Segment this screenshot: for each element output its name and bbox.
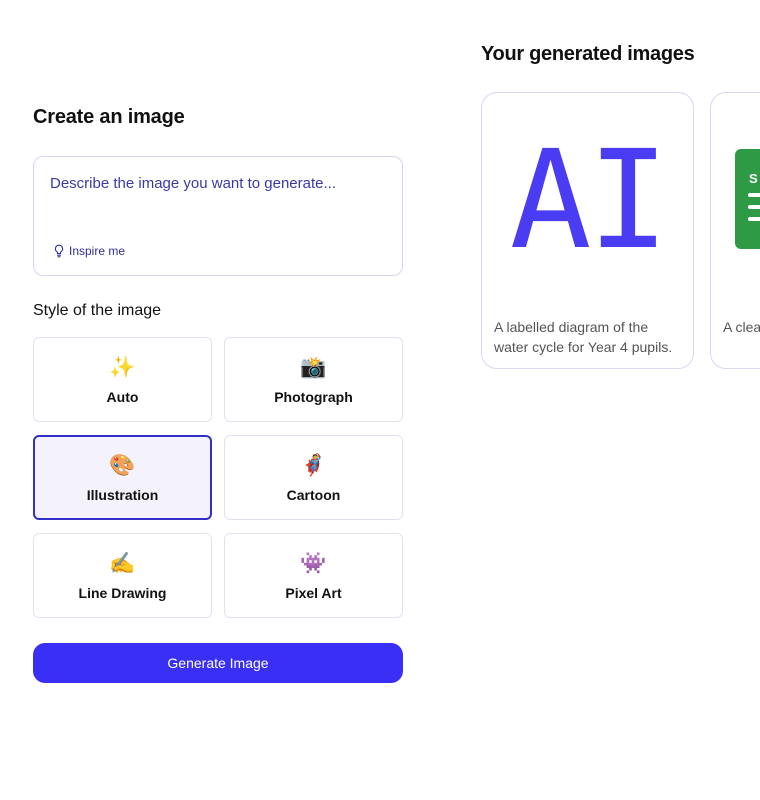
spreadsheet-icon: S	[735, 149, 760, 249]
generate-image-button[interactable]: Generate Image	[33, 643, 403, 683]
palette-icon: 🎨	[109, 453, 136, 477]
style-option-auto[interactable]: ✨ Auto	[33, 337, 212, 422]
writing-hand-icon: ✍️	[109, 551, 136, 575]
inspire-me-label: Inspire me	[69, 244, 126, 258]
style-option-cartoon[interactable]: 🦸 Cartoon	[224, 435, 403, 520]
style-section-title: Style of the image	[33, 302, 162, 319]
ai-glyph: AI	[509, 122, 670, 280]
style-grid: ✨ Auto 📸 Photograph 🎨 Illustration 🦸 Car…	[33, 337, 403, 618]
sparkles-icon: ✨	[109, 355, 136, 379]
style-option-photograph[interactable]: 📸 Photograph	[224, 337, 403, 422]
style-option-line-drawing[interactable]: ✍️ Line Drawing	[33, 533, 212, 618]
generated-image-thumbnail: S	[711, 93, 760, 303]
style-option-pixel-art[interactable]: 👾 Pixel Art	[224, 533, 403, 618]
style-label: Illustration	[86, 487, 159, 503]
prompt-box[interactable]: Inspire me	[33, 156, 403, 276]
style-label: Line Drawing	[78, 585, 167, 601]
prompt-input[interactable]	[50, 175, 380, 192]
generated-image-card[interactable]: S A clear diagram of a volcano	[710, 92, 760, 369]
generated-image-thumbnail: AI	[482, 93, 693, 303]
style-label: Photograph	[274, 389, 353, 405]
gallery-title: Your generated images	[481, 43, 695, 65]
inspire-me-button[interactable]: Inspire me	[53, 244, 125, 258]
generated-image-caption: A clear diagram of a volcano	[723, 319, 760, 335]
alien-monster-icon: 👾	[300, 551, 327, 575]
style-label: Cartoon	[286, 487, 341, 503]
superhero-icon: 🦸	[300, 453, 327, 477]
page-title: Create an image	[33, 106, 185, 128]
style-label: Pixel Art	[285, 585, 342, 601]
style-option-illustration[interactable]: 🎨 Illustration	[33, 435, 212, 520]
camera-flash-icon: 📸	[300, 355, 327, 379]
gallery-row: AI A labelled diagram of the water cycle…	[481, 92, 760, 372]
spreadsheet-letter: S	[749, 171, 758, 186]
generated-image-card[interactable]: AI A labelled diagram of the water cycle…	[481, 92, 694, 369]
gallery-panel: Your generated images AI A labelled diag…	[481, 0, 760, 800]
style-label: Auto	[106, 389, 139, 405]
lightbulb-icon	[54, 244, 64, 258]
generated-image-caption: A labelled diagram of the water cycle fo…	[494, 319, 673, 355]
